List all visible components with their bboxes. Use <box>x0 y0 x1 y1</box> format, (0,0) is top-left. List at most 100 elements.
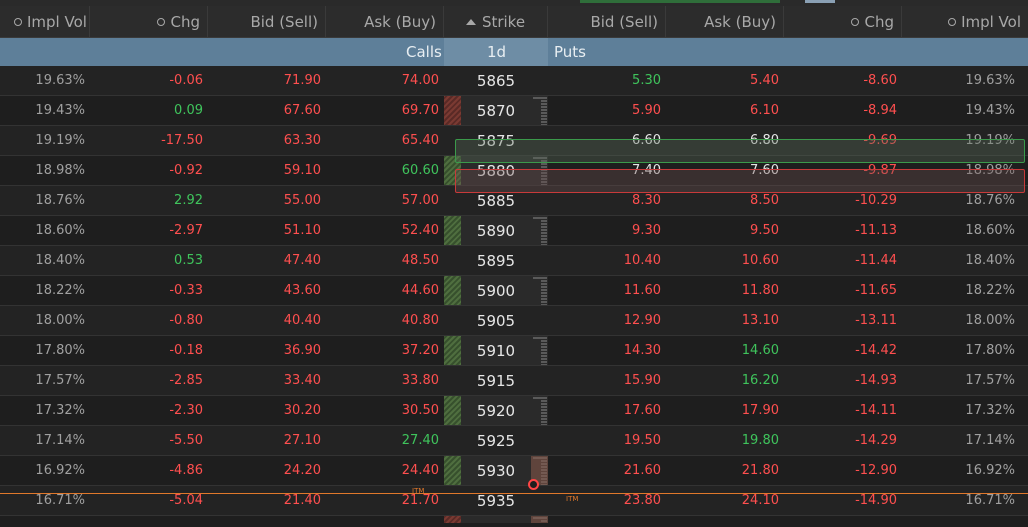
header-call-impl-vol[interactable]: Impl Vol <box>0 6 90 37</box>
header-strike[interactable]: Strike <box>444 6 548 37</box>
itm-boundary-line <box>0 493 1028 494</box>
call-bid[interactable]: 51.10 <box>208 216 321 245</box>
put-ask[interactable]: 5.40 <box>666 66 779 95</box>
call-bid[interactable]: 36.90 <box>208 336 321 365</box>
table-row[interactable]: 18.40% 0.53 47.40 48.50 5895 10.40 10.60 -11.44… <box>0 246 1028 276</box>
call-bid[interactable]: 27.10 <box>208 426 321 455</box>
strike-price: 5915 <box>476 371 516 390</box>
header-put-ask[interactable]: Ask (Buy) <box>666 6 784 37</box>
put-ask[interactable]: 21.80 <box>666 456 779 485</box>
call-impl-vol: 19.63% <box>35 73 85 88</box>
call-bid[interactable]: 59.10 <box>208 156 321 185</box>
call-bid[interactable]: 33.40 <box>208 366 321 395</box>
call-bid[interactable]: 55.00 <box>208 186 321 215</box>
chain-subheader: Calls 1d Puts <box>0 38 1028 66</box>
call-ask[interactable]: 37.20 <box>326 336 439 365</box>
call-bid[interactable]: 24.20 <box>208 456 321 485</box>
put-bid[interactable]: 12.90 <box>548 306 661 335</box>
put-ask[interactable]: 24.10 <box>666 486 779 515</box>
call-bid[interactable]: 30.20 <box>208 396 321 425</box>
table-row[interactable]: 18.22% -0.33 43.60 44.60 5900 11.60 11.80 -11.6… <box>0 276 1028 306</box>
call-ask[interactable]: 24.40 <box>326 456 439 485</box>
strike-price: 5910 <box>476 341 516 360</box>
put-bid[interactable]: 14.30 <box>548 336 661 365</box>
column-header: Impl Vol Chg Bid (Sell) Ask (Buy) Strike… <box>0 6 1028 38</box>
underlying-price-marker[interactable] <box>528 479 539 490</box>
header-call-chg[interactable]: Chg <box>90 6 208 37</box>
header-put-impl-vol[interactable]: Impl Vol <box>902 6 1028 37</box>
call-bid[interactable]: 21.40 <box>208 486 321 515</box>
table-row[interactable]: 17.57% -2.85 33.40 33.80 5915 15.90 16.20 -14.9… <box>0 366 1028 396</box>
table-row[interactable]: 19.43% 0.09 67.60 69.70 5870 5.90 6.10 -8.94 19.… <box>0 96 1028 126</box>
put-ask[interactable]: 16.20 <box>666 366 779 395</box>
put-bid[interactable]: 9.30 <box>548 216 661 245</box>
put-bid[interactable]: 5.30 <box>548 66 661 95</box>
call-bid[interactable]: 67.60 <box>208 96 321 125</box>
put-bid[interactable]: 10.40 <box>548 246 661 275</box>
call-ask[interactable]: 40.80 <box>326 306 439 335</box>
put-impl-vol: 19.63% <box>965 73 1015 88</box>
call-bid[interactable]: 63.30 <box>208 126 321 155</box>
put-bid[interactable]: 23.80 <box>548 486 661 515</box>
table-row[interactable]: 16.71% -5.04 21.40 21.70 5935 23.80 24.10 -14.9… <box>0 486 1028 516</box>
call-ask[interactable]: 33.80 <box>326 366 439 395</box>
put-impl-vol: 18.00% <box>965 313 1015 328</box>
table-row[interactable]: 17.80% -0.18 36.90 37.20 5910 14.30 14.60 -14.4… <box>0 336 1028 366</box>
put-ask[interactable]: 11.80 <box>666 276 779 305</box>
put-ask[interactable]: 17.90 <box>666 396 779 425</box>
call-bid[interactable]: 43.60 <box>208 276 321 305</box>
toggle-circle-icon <box>948 17 957 26</box>
strike-price: 5865 <box>476 71 516 90</box>
put-ask[interactable]: 19.80 <box>666 426 779 455</box>
put-impl-vol: 19.43% <box>965 103 1015 118</box>
call-change: -5.04 <box>169 493 203 508</box>
put-bid[interactable]: 11.60 <box>548 276 661 305</box>
call-ask[interactable]: 30.50 <box>326 396 439 425</box>
call-ask[interactable]: 48.50 <box>326 246 439 275</box>
put-bid[interactable]: 21.60 <box>548 456 661 485</box>
header-put-chg[interactable]: Chg <box>784 6 902 37</box>
put-change: -11.44 <box>855 253 897 268</box>
toggle-circle-icon <box>14 17 22 26</box>
call-ask[interactable]: 44.60 <box>326 276 439 305</box>
call-ask[interactable]: 69.70 <box>326 96 439 125</box>
put-impl-vol: 16.71% <box>965 493 1015 508</box>
put-bid[interactable]: 15.90 <box>548 366 661 395</box>
table-row[interactable]: 16.92% -4.86 24.20 24.40 5930 21.60 21.80 -12.9… <box>0 456 1028 486</box>
call-bid[interactable]: 40.40 <box>208 306 321 335</box>
put-change: -13.11 <box>855 313 897 328</box>
toggle-circle-icon <box>851 17 860 26</box>
strike-price: 5935 <box>476 491 516 510</box>
put-bid[interactable]: 17.60 <box>548 396 661 425</box>
table-row[interactable]: 18.60% -2.97 51.10 52.40 5890 9.30 9.50 -11.13 1… <box>0 216 1028 246</box>
call-ask[interactable]: 65.40 <box>326 126 439 155</box>
call-ask[interactable]: 27.40 <box>326 426 439 455</box>
call-change: 0.53 <box>174 253 203 268</box>
header-call-ask[interactable]: Ask (Buy) <box>326 6 444 37</box>
expiry-label[interactable]: 1d <box>487 38 506 66</box>
put-ask[interactable]: 14.60 <box>666 336 779 365</box>
table-row[interactable]: 18.00% -0.80 40.40 40.80 5905 12.90 13.10 -13.1… <box>0 306 1028 336</box>
call-ask[interactable]: 52.40 <box>326 216 439 245</box>
call-ask[interactable]: 74.00 <box>326 66 439 95</box>
call-ask[interactable]: 57.00 <box>326 186 439 215</box>
put-change: -14.93 <box>855 373 897 388</box>
table-row[interactable]: 17.14% -5.50 27.10 27.40 5925 19.50 19.80 -14.2… <box>0 426 1028 456</box>
put-ask[interactable]: 10.60 <box>666 246 779 275</box>
header-put-bid[interactable]: Bid (Sell) <box>548 6 666 37</box>
put-bid[interactable]: 5.90 <box>548 96 661 125</box>
put-ask[interactable]: 6.10 <box>666 96 779 125</box>
table-row[interactable]: 19.63% -0.06 71.90 74.00 5865 5.30 5.40 -8.60 19… <box>0 66 1028 96</box>
call-change: -0.18 <box>169 343 203 358</box>
call-change: -2.97 <box>169 223 203 238</box>
put-bid[interactable]: 19.50 <box>548 426 661 455</box>
put-ask[interactable]: 13.10 <box>666 306 779 335</box>
header-call-bid[interactable]: Bid (Sell) <box>208 6 326 37</box>
call-impl-vol: 19.43% <box>35 103 85 118</box>
call-ask[interactable]: 60.60 <box>326 156 439 185</box>
call-change: -5.50 <box>169 433 203 448</box>
put-ask[interactable]: 9.50 <box>666 216 779 245</box>
call-bid[interactable]: 47.40 <box>208 246 321 275</box>
table-row[interactable]: 17.32% -2.30 30.20 30.50 5920 17.60 17.90 -14.1… <box>0 396 1028 426</box>
call-bid[interactable]: 71.90 <box>208 66 321 95</box>
